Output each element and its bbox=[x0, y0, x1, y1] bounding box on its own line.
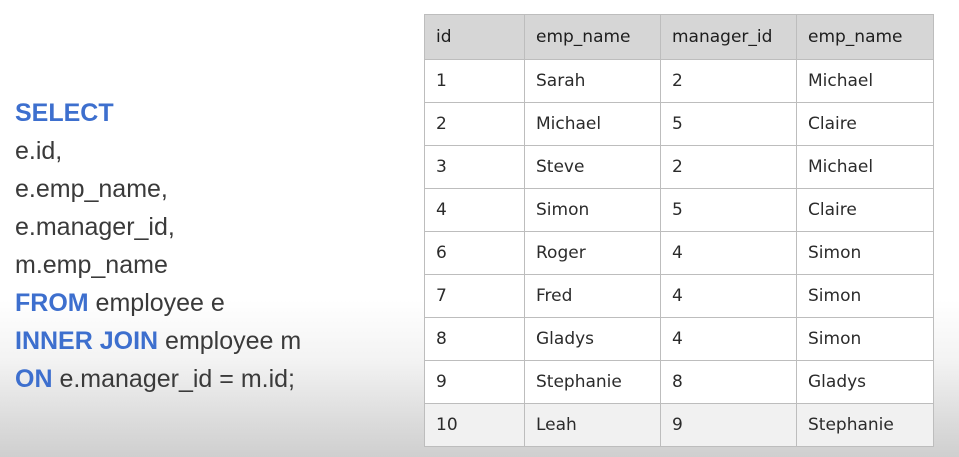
table-row: 2 Michael 5 Claire bbox=[424, 102, 934, 146]
result-table-container: id emp_name manager_id emp_name 1 Sarah … bbox=[424, 14, 934, 447]
table-row: 6 Roger 4 Simon bbox=[424, 231, 934, 275]
table-row: 3 Steve 2 Michael bbox=[424, 145, 934, 189]
table-cell: 9 bbox=[424, 360, 525, 404]
table-cell: 2 bbox=[660, 145, 797, 189]
sql-keyword-on: ON bbox=[15, 365, 53, 393]
table-row: 4 Simon 5 Claire bbox=[424, 188, 934, 232]
table-cell: 4 bbox=[660, 274, 797, 318]
result-table: id emp_name manager_id emp_name 1 Sarah … bbox=[424, 14, 934, 447]
table-cell: 2 bbox=[660, 59, 797, 103]
sql-column-line: e.emp_name, bbox=[15, 175, 168, 203]
table-cell: Michael bbox=[796, 59, 934, 103]
sql-query: SELECT e.id, e.emp_name, e.manager_id, m… bbox=[15, 94, 301, 398]
table-cell: 7 bbox=[424, 274, 525, 318]
sql-on-condition: e.manager_id = m.id; bbox=[52, 365, 295, 393]
table-cell: 2 bbox=[424, 102, 525, 146]
table-cell: 6 bbox=[424, 231, 525, 275]
table-cell: Stephanie bbox=[524, 360, 661, 404]
column-header-id: id bbox=[424, 14, 525, 60]
table-cell: 5 bbox=[660, 188, 797, 232]
table-cell: Simon bbox=[524, 188, 661, 232]
table-cell: Simon bbox=[796, 231, 934, 275]
table-cell: 1 bbox=[424, 59, 525, 103]
column-header-manager-name: emp_name bbox=[796, 14, 934, 60]
table-cell: Gladys bbox=[796, 360, 934, 404]
table-header-row: id emp_name manager_id emp_name bbox=[424, 14, 934, 60]
table-cell: Claire bbox=[796, 102, 934, 146]
sql-on-line: ON e.manager_id = m.id; bbox=[15, 360, 301, 398]
table-cell: 10 bbox=[424, 403, 525, 447]
table-cell: 8 bbox=[660, 360, 797, 404]
table-cell: Leah bbox=[524, 403, 661, 447]
table-cell: Michael bbox=[524, 102, 661, 146]
table-row: 1 Sarah 2 Michael bbox=[424, 59, 934, 103]
table-row: 8 Gladys 4 Simon bbox=[424, 317, 934, 361]
sql-from-table: employee e bbox=[88, 289, 225, 317]
table-cell: Sarah bbox=[524, 59, 661, 103]
table-cell: 9 bbox=[660, 403, 797, 447]
table-row: 9 Stephanie 8 Gladys bbox=[424, 360, 934, 404]
column-header-emp-name: emp_name bbox=[524, 14, 661, 60]
sql-column-line: e.manager_id, bbox=[15, 213, 175, 241]
sql-join-table: employee m bbox=[158, 327, 302, 355]
table-cell: Simon bbox=[796, 274, 934, 318]
table-cell: Fred bbox=[524, 274, 661, 318]
table-row: 7 Fred 4 Simon bbox=[424, 274, 934, 318]
sql-column-line: e.id, bbox=[15, 137, 63, 165]
sql-column-line: m.emp_name bbox=[15, 251, 168, 279]
table-cell: Steve bbox=[524, 145, 661, 189]
table-row: 10 Leah 9 Stephanie bbox=[424, 403, 934, 447]
sql-select-line: SELECT bbox=[15, 94, 301, 132]
table-cell: 4 bbox=[424, 188, 525, 232]
table-cell: Simon bbox=[796, 317, 934, 361]
table-cell: 5 bbox=[660, 102, 797, 146]
sql-join-line: INNER JOIN employee m bbox=[15, 322, 301, 360]
table-cell: 4 bbox=[660, 317, 797, 361]
table-cell: Roger bbox=[524, 231, 661, 275]
sql-keyword-from: FROM bbox=[15, 289, 89, 317]
table-cell: Claire bbox=[796, 188, 934, 232]
table-cell: 8 bbox=[424, 317, 525, 361]
sql-from-line: FROM employee e bbox=[15, 284, 301, 322]
table-cell: 4 bbox=[660, 231, 797, 275]
table-cell: Michael bbox=[796, 145, 934, 189]
table-cell: Stephanie bbox=[796, 403, 934, 447]
table-cell: Gladys bbox=[524, 317, 661, 361]
sql-keyword-select: SELECT bbox=[15, 99, 114, 127]
sql-keyword-inner-join: INNER JOIN bbox=[15, 327, 159, 355]
column-header-manager-id: manager_id bbox=[660, 14, 797, 60]
table-cell: 3 bbox=[424, 145, 525, 189]
